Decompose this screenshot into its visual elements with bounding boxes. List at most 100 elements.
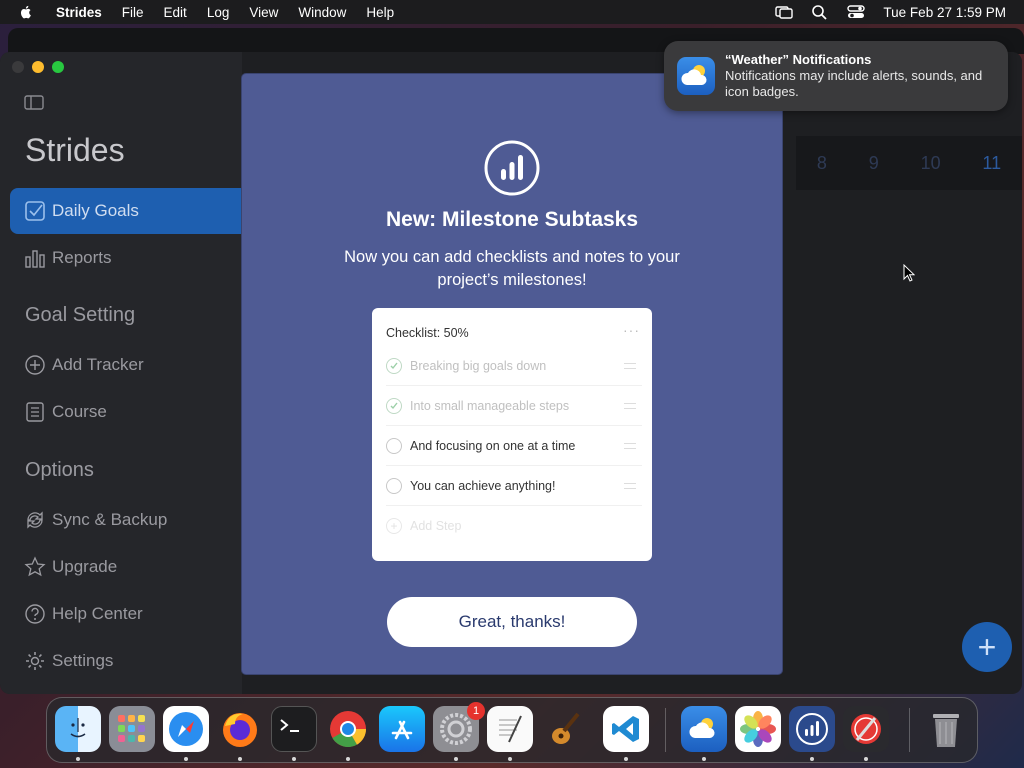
empty-circle-icon <box>386 477 402 494</box>
launchpad-icon[interactable] <box>109 706 155 752</box>
great-thanks-button[interactable]: Great, thanks! <box>387 597 637 647</box>
bar-chart-icon <box>25 250 45 268</box>
sidebar-item-daily-goals[interactable]: Daily Goals <box>10 188 242 234</box>
step-label: And focusing on one at a time <box>410 438 576 453</box>
star-icon <box>24 556 46 577</box>
dock: 1 <box>46 697 978 763</box>
app-title: Strides <box>25 132 125 168</box>
sidebar-item-label: Daily Goals <box>52 201 139 220</box>
menu-edit[interactable]: Edit <box>164 5 187 20</box>
add-step-label: Add Step <box>410 519 462 533</box>
section-goal-setting: Goal Setting <box>25 304 136 326</box>
finder-icon[interactable] <box>55 706 101 752</box>
sidebar-item-label: Help Center <box>52 604 143 623</box>
running-indicator <box>184 757 188 761</box>
onboarding-modal: New: Milestone Subtasks Now you can add … <box>242 74 782 674</box>
sidebar-item-add-tracker[interactable]: Add Tracker <box>10 342 242 388</box>
app-store-icon[interactable] <box>379 706 425 752</box>
search-icon[interactable] <box>811 4 829 20</box>
menu-bar: Strides File Edit Log View Window Help T… <box>0 0 1024 24</box>
system-settings-icon[interactable]: 1 <box>433 702 485 752</box>
calendar-day-today[interactable]: 11 <box>982 154 1001 172</box>
dock-separator <box>909 708 910 752</box>
calendar-day[interactable]: 10 <box>921 153 941 174</box>
running-indicator <box>864 757 868 761</box>
check-circle-icon <box>386 397 402 414</box>
menu-help[interactable]: Help <box>366 5 394 20</box>
notification-title: “Weather” Notifications <box>725 52 872 67</box>
sidebar-item-course[interactable]: Course <box>10 389 242 435</box>
sidebar-item-reports[interactable]: Reports <box>10 235 242 281</box>
window-controls <box>12 61 64 73</box>
menu-app-name[interactable]: Strides <box>56 5 102 20</box>
sidebar-item-label: Sync & Backup <box>52 510 168 529</box>
sidebar-item-label: Upgrade <box>52 557 118 576</box>
plus-circle-icon: + <box>386 518 402 534</box>
notification-banner[interactable]: “Weather” Notifications Notifications ma… <box>664 41 1008 111</box>
drag-handle-icon <box>624 362 636 369</box>
running-indicator <box>238 757 242 761</box>
checklist-header: Checklist: 50% <box>386 326 469 340</box>
running-indicator <box>454 757 458 761</box>
strides-icon[interactable] <box>789 706 835 752</box>
apple-icon[interactable] <box>18 4 34 20</box>
menu-view[interactable]: View <box>249 5 278 20</box>
vscode-icon[interactable] <box>603 706 649 752</box>
close-button[interactable] <box>12 61 24 73</box>
weather-icon[interactable] <box>681 706 727 752</box>
add-step-row: + Add Step <box>386 506 642 546</box>
modal-body: Now you can add checklists and notes to … <box>344 248 680 289</box>
menu-window[interactable]: Window <box>298 5 346 20</box>
modal-title: New: Milestone Subtasks <box>385 208 639 231</box>
garageband-icon[interactable] <box>541 706 587 752</box>
step-label: You can achieve anything! <box>410 478 556 493</box>
photos-icon[interactable] <box>735 706 781 752</box>
control-center-icon[interactable] <box>847 4 866 20</box>
add-button[interactable]: + <box>962 622 1012 672</box>
minimize-button[interactable] <box>32 61 44 73</box>
textedit-icon[interactable] <box>487 706 533 752</box>
firefox-icon[interactable] <box>217 706 263 752</box>
menu-clock[interactable]: Tue Feb 27 1:59 PM <box>883 5 1006 20</box>
sync-icon <box>27 511 43 529</box>
running-indicator <box>76 757 80 761</box>
zoom-button[interactable] <box>52 61 64 73</box>
drag-handle-icon <box>624 402 636 409</box>
menu-file[interactable]: File <box>122 5 144 20</box>
checklist-step: You can achieve anything! <box>386 466 642 506</box>
menu-log[interactable]: Log <box>207 5 230 20</box>
notification-badge: 1 <box>467 702 485 720</box>
gear-icon <box>26 652 44 670</box>
instruments-icon[interactable] <box>843 706 889 752</box>
checklist-step: And focusing on one at a time <box>386 426 642 466</box>
running-indicator <box>624 757 628 761</box>
sidebar-toggle-icon[interactable] <box>24 95 44 110</box>
notification-text: Notifications may include alerts, sounds… <box>725 68 983 99</box>
section-options: Options <box>25 459 94 481</box>
calendar-day-today-label: 11 <box>982 153 1002 173</box>
mouse-cursor-icon <box>903 264 915 282</box>
calendar-day[interactable]: 8 <box>817 153 827 174</box>
calendar-strip: 8 9 10 11 <box>796 136 1022 190</box>
running-indicator <box>810 757 814 761</box>
terminal-icon[interactable] <box>271 706 317 752</box>
chrome-icon[interactable] <box>325 706 371 752</box>
running-indicator <box>346 757 350 761</box>
safari-icon[interactable] <box>163 706 209 752</box>
empty-circle-icon <box>386 437 402 454</box>
sidebar-item-upgrade[interactable]: Upgrade <box>10 544 242 590</box>
sidebar-item-label: Settings <box>52 651 114 670</box>
sidebar-item-settings[interactable]: Settings <box>10 638 242 684</box>
checklist-step: Breaking big goals down <box>386 346 642 386</box>
calendar-day[interactable]: 9 <box>869 153 879 174</box>
step-label: Into small manageable steps <box>410 398 570 413</box>
document-icon <box>26 402 44 422</box>
sidebar-item-help-center[interactable]: Help Center <box>10 591 242 637</box>
screen-mirroring-icon[interactable] <box>775 4 794 20</box>
sidebar-item-sync-backup[interactable]: Sync & Backup <box>10 497 242 543</box>
trash-icon[interactable] <box>923 706 969 752</box>
drag-handle-icon <box>624 442 636 449</box>
dock-separator <box>665 708 666 752</box>
step-label: Breaking big goals down <box>410 358 547 373</box>
checklist-card: Checklist: 50% ··· Breaking big goals do… <box>372 308 652 561</box>
